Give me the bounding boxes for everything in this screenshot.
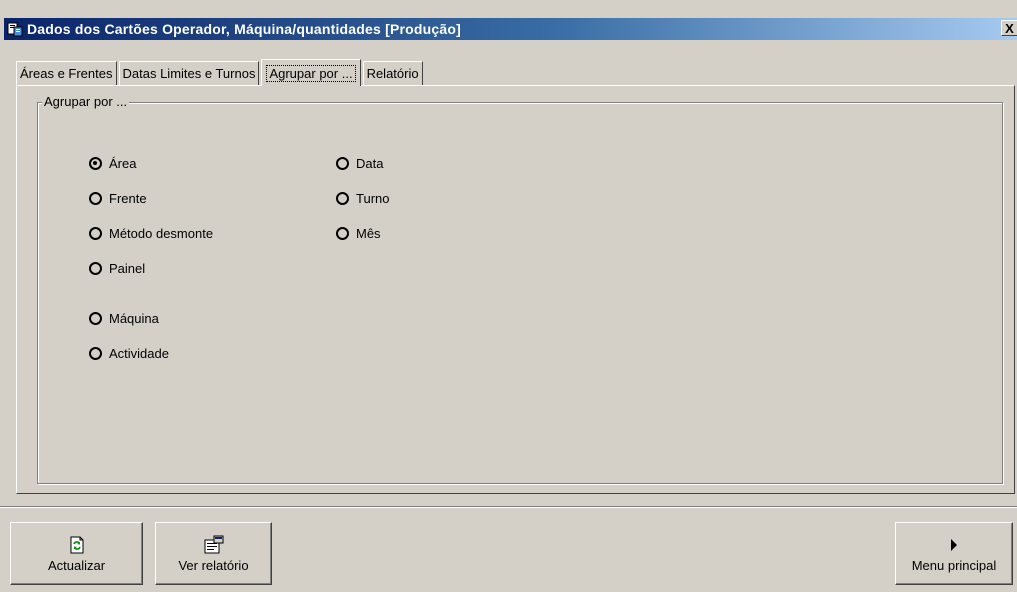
radio-mes[interactable]: Mês [336, 226, 381, 241]
radio-actividade[interactable]: Actividade [89, 346, 169, 361]
dialog-window: Dados dos Cartões Operador, Máquina/quan… [0, 0, 1017, 592]
radio-checked-icon [89, 157, 102, 170]
radio-label: Área [109, 156, 137, 171]
close-icon: X [1005, 20, 1014, 36]
main-menu-button[interactable]: Menu principal [895, 522, 1013, 585]
tab-areas-frentes[interactable]: Áreas e Frentes [16, 61, 117, 85]
tab-datas-limites-turnos[interactable]: Datas Limites e Turnos [118, 61, 260, 85]
radio-icon [89, 312, 102, 325]
refresh-button[interactable]: Actualizar [10, 522, 143, 585]
radio-icon [336, 192, 349, 205]
close-button[interactable]: X [1001, 20, 1017, 36]
radio-label: Actividade [109, 346, 169, 361]
radio-metodo-desmonte[interactable]: Método desmonte [89, 226, 213, 241]
radio-label: Método desmonte [109, 226, 214, 241]
tab-agrupar-por[interactable]: Agrupar por ... [261, 59, 361, 86]
app-icon [7, 21, 23, 37]
groupbox-legend: Agrupar por ... [42, 94, 130, 109]
radio-icon [89, 227, 102, 240]
main-menu-button-label: Menu principal [911, 557, 997, 573]
tab-panel: Agrupar por ... Área Frente Método desmo… [16, 85, 1015, 494]
radio-icon [336, 157, 349, 170]
radio-label: Mês [356, 226, 381, 241]
tab-label: Relatório [366, 66, 419, 81]
group-by-groupbox: Agrupar por ... Área Frente Método desmo… [37, 94, 1003, 484]
radio-data[interactable]: Data [336, 156, 383, 171]
radio-label: Máquina [109, 311, 159, 326]
refresh-document-icon [69, 535, 85, 555]
radio-label: Painel [109, 261, 146, 276]
tab-label: Agrupar por ... [266, 64, 356, 82]
radio-maquina[interactable]: Máquina [89, 311, 159, 326]
title-bar[interactable]: Dados dos Cartões Operador, Máquina/quan… [4, 18, 1017, 40]
window-title: Dados dos Cartões Operador, Máquina/quan… [27, 21, 461, 37]
radio-label: Turno [356, 191, 390, 206]
view-report-button-label: Ver relatório [178, 557, 249, 573]
view-report-button[interactable]: Ver relatório [155, 522, 272, 585]
radio-turno[interactable]: Turno [336, 191, 389, 206]
refresh-button-label: Actualizar [47, 557, 106, 573]
radio-area[interactable]: Área [89, 156, 136, 171]
radio-frente[interactable]: Frente [89, 191, 147, 206]
radio-label: Frente [109, 191, 147, 206]
radio-label: Data [356, 156, 384, 171]
report-view-icon [203, 535, 225, 555]
tab-relatorio[interactable]: Relatório [362, 61, 423, 85]
separator [0, 506, 1017, 508]
tab-label: Áreas e Frentes [20, 66, 113, 81]
play-arrow-icon [949, 535, 959, 555]
radio-icon [336, 227, 349, 240]
radio-icon [89, 347, 102, 360]
radio-icon [89, 192, 102, 205]
radio-painel[interactable]: Painel [89, 261, 145, 276]
tab-strip: Áreas e Frentes Datas Limites e Turnos A… [16, 59, 425, 86]
tab-label: Datas Limites e Turnos [122, 66, 256, 81]
radio-icon [89, 262, 102, 275]
